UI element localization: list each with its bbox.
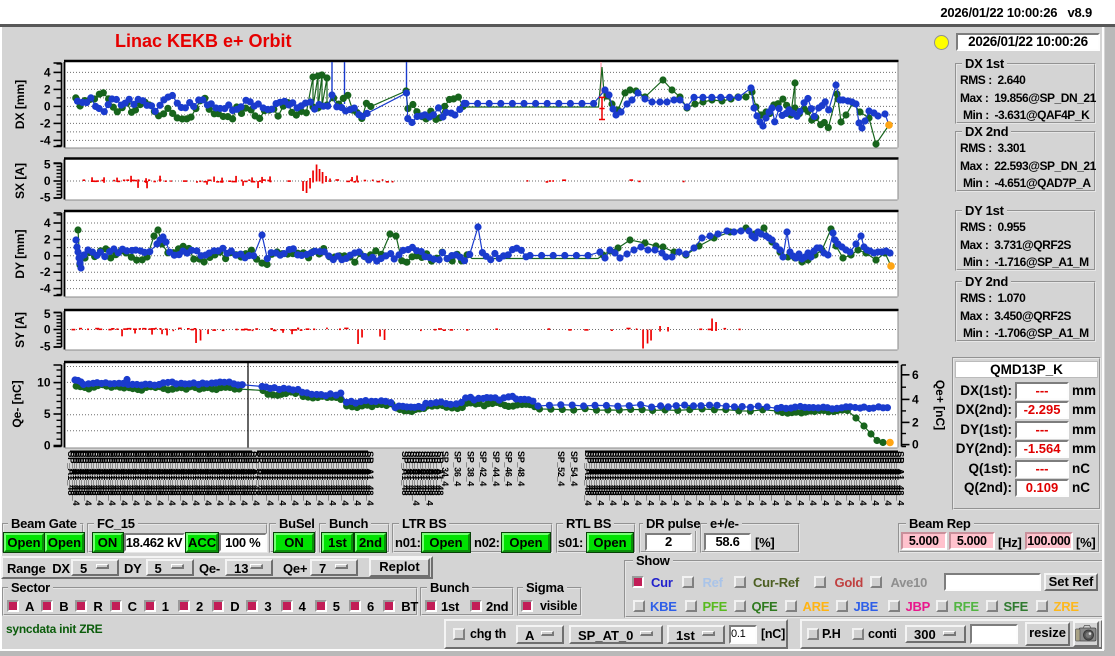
svg-text:SP_34_4: SP_34_4 xyxy=(440,451,450,486)
svg-text:0: 0 xyxy=(44,99,51,113)
svg-text:SP_36_4: SP_36_4 xyxy=(453,451,463,486)
svg-text:0: 0 xyxy=(912,438,919,452)
svg-text:5: 5 xyxy=(44,407,51,421)
svg-text:DX [mm]: DX [mm] xyxy=(13,80,27,129)
svg-text:4: 4 xyxy=(912,392,919,406)
svg-text:SP_A1_48_4: SP_A1_48_4 xyxy=(895,451,906,506)
svg-text:SP_38_4: SP_38_4 xyxy=(465,451,475,486)
svg-text:DY [mm]: DY [mm] xyxy=(13,229,27,278)
svg-text:-5: -5 xyxy=(40,191,51,205)
svg-text:2: 2 xyxy=(44,232,51,246)
svg-text:SP_54_4: SP_54_4 xyxy=(569,451,579,486)
svg-text:4: 4 xyxy=(44,65,51,79)
svg-text:10: 10 xyxy=(37,376,51,390)
svg-text:-2: -2 xyxy=(40,265,51,279)
svg-text:0: 0 xyxy=(44,174,51,188)
svg-text:SY [A]: SY [A] xyxy=(13,312,27,348)
svg-text:2: 2 xyxy=(44,82,51,96)
svg-text:-5: -5 xyxy=(40,340,51,354)
svg-text:SP_52_4: SP_52_4 xyxy=(556,451,566,486)
svg-text:SP_48_4: SP_48_4 xyxy=(516,451,526,486)
svg-text:SX [A]: SX [A] xyxy=(13,163,27,199)
svg-text:SP_A1_48_4: SP_A1_48_4 xyxy=(364,451,375,506)
svg-text:5: 5 xyxy=(44,158,51,172)
svg-text:SP_44_4: SP_44_4 xyxy=(491,451,501,486)
svg-text:6: 6 xyxy=(912,368,919,382)
svg-text:-2: -2 xyxy=(40,116,51,130)
svg-text:2: 2 xyxy=(912,415,919,429)
svg-text:4: 4 xyxy=(44,216,51,230)
svg-text:SP_46_4: SP_46_4 xyxy=(504,451,514,486)
svg-text:0: 0 xyxy=(44,249,51,263)
svg-text:SP_42_4: SP_42_4 xyxy=(478,451,488,486)
svg-text:-4: -4 xyxy=(40,133,51,147)
svg-text:5: 5 xyxy=(44,307,51,321)
svg-text:-4: -4 xyxy=(40,282,51,296)
svg-text:0: 0 xyxy=(44,323,51,337)
svg-text:Qe- [nC]: Qe- [nC] xyxy=(10,380,24,427)
svg-text:0: 0 xyxy=(44,439,51,453)
svg-text:Qe+ [nC]: Qe+ [nC] xyxy=(933,380,945,430)
